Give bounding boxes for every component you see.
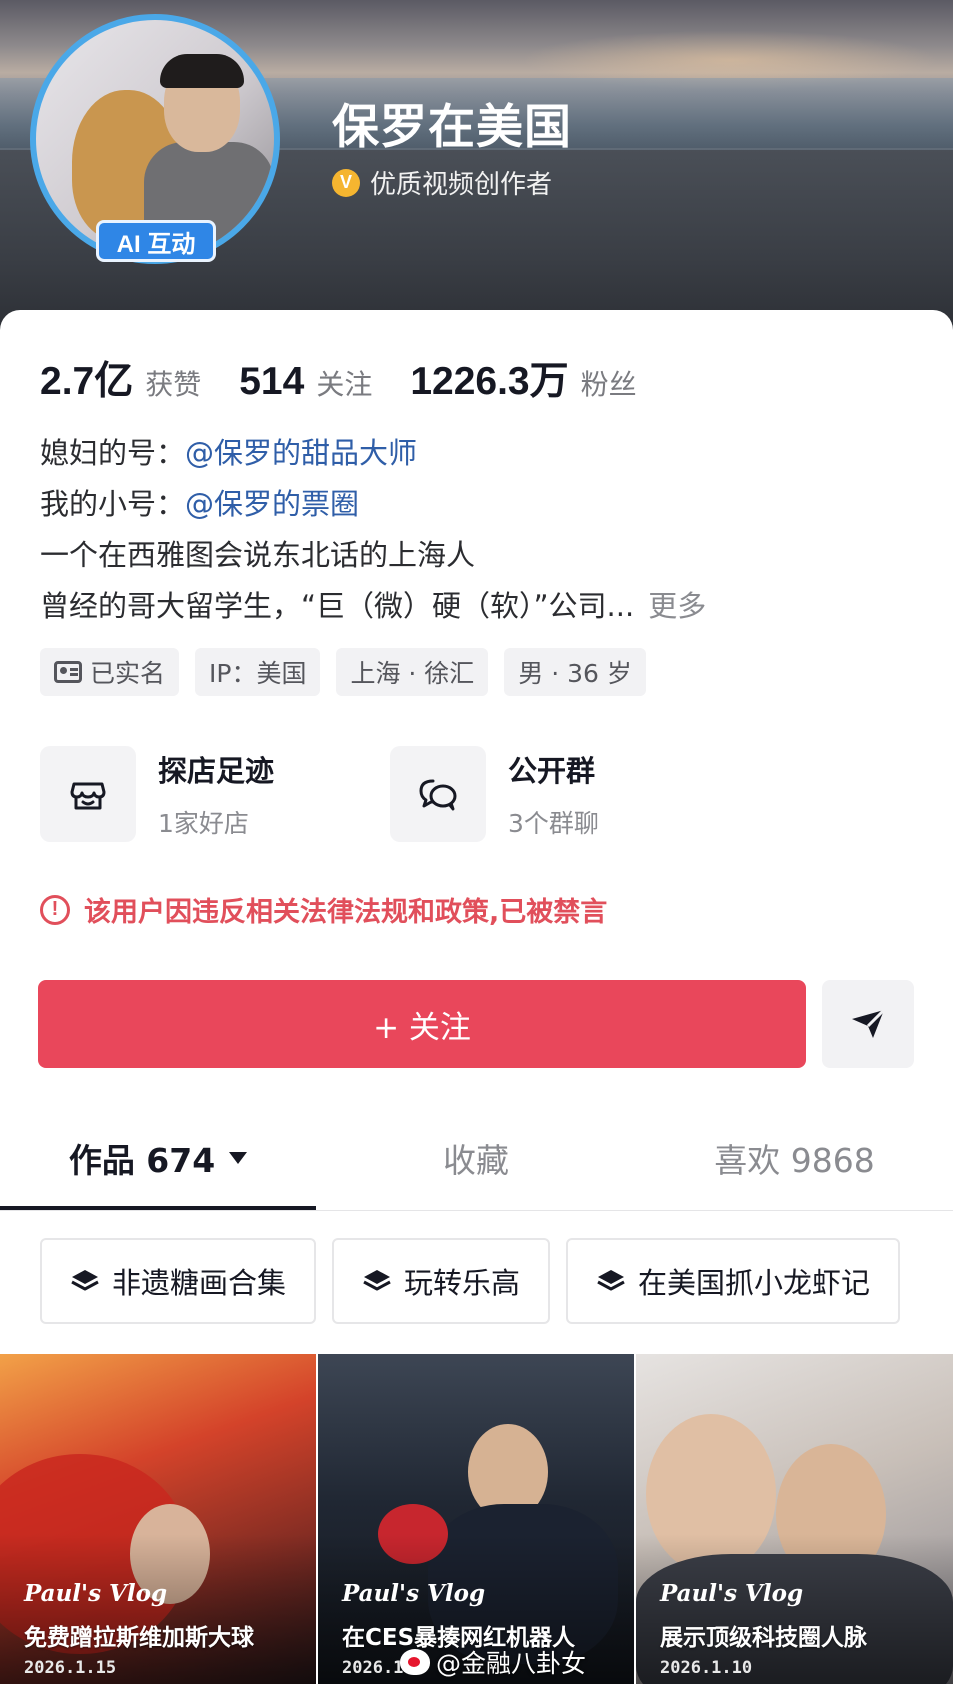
avatar-person-hair	[160, 54, 244, 88]
weibo-logo-icon	[400, 1649, 430, 1675]
video-thumbnail[interactable]: Paul's Vlog 展示顶级科技圈人脉 2026.1.10	[636, 1354, 953, 1684]
share-button[interactable]	[822, 980, 914, 1068]
tag-label: 男 · 36 岁	[518, 659, 632, 688]
watermark: @金融八卦女	[400, 1644, 586, 1680]
entry-subtitle: 1家好店	[158, 809, 249, 838]
video-date: 2026.1.10	[660, 1658, 753, 1678]
video-thumbnail[interactable]: Paul's Vlog 在CES暴揍网红机器人 2026.1.1	[318, 1354, 634, 1684]
bio-mention-link[interactable]: @保罗的甜品大师	[185, 436, 417, 470]
feature-entries: 探店足迹 1家好店 公开群 3个群聊	[40, 746, 690, 842]
tag-label: 上海 · 徐汇	[350, 659, 475, 688]
tag-ip: IP：美国	[195, 648, 321, 696]
collections-row: 非遗糖画合集 玩转乐高 在美国抓小龙虾记	[40, 1238, 901, 1324]
bio-line: 一个在西雅图会说东北话的上海人	[40, 538, 476, 572]
verification-label: 优质视频创作者	[370, 170, 553, 200]
video-tag: Paul's Vlog	[24, 1580, 168, 1607]
video-grid: Paul's Vlog 免费蹭拉斯维加斯大球 2026.1.15 Paul's …	[0, 1354, 953, 1684]
tag-label: 已实名	[90, 659, 166, 688]
tag-label: IP：美国	[209, 659, 307, 688]
entry-title: 公开群	[508, 754, 596, 788]
tab-label: 作品 674	[68, 1141, 216, 1180]
stat-value: 2.7亿	[40, 360, 134, 403]
entry-store-visits[interactable]: 探店足迹 1家好店	[40, 746, 340, 842]
profile-nickname: 保罗在美国	[332, 100, 572, 155]
collection-chip[interactable]: 玩转乐高	[332, 1238, 551, 1324]
layers-icon	[363, 1270, 391, 1291]
bio-text: 曾经的哥大留学生，“巨（微）硬（软）”公司...	[40, 589, 635, 623]
stats-row: 2.7亿 获赞 514 关注 1226.3万 粉丝	[40, 350, 675, 406]
stat-following[interactable]: 514 关注	[239, 360, 372, 404]
entry-public-groups[interactable]: 公开群 3个群聊	[390, 746, 690, 842]
watermark-text: @金融八卦女	[436, 1649, 587, 1678]
ai-interact-badge[interactable]: AI 互动	[96, 220, 216, 262]
video-date: 2026.1.15	[24, 1658, 117, 1678]
profile-banner: AI 互动 保罗在美国 V 优质视频创作者	[0, 0, 953, 330]
entry-subtitle: 3个群聊	[508, 809, 599, 838]
send-icon	[852, 1008, 886, 1038]
collection-label: 玩转乐高	[404, 1266, 521, 1300]
bio-more-link[interactable]: 更多	[648, 589, 706, 623]
stat-followers[interactable]: 1226.3万 粉丝	[410, 350, 636, 406]
bio-prefix: 我的小号：	[40, 487, 186, 521]
stat-likes[interactable]: 2.7亿 获赞	[40, 350, 201, 406]
entry-title: 探店足迹	[158, 754, 275, 788]
video-title: 展示顶级科技圈人脉	[660, 1625, 867, 1651]
tag-verified-name[interactable]: 已实名	[40, 648, 180, 696]
stat-value: 1226.3万	[410, 360, 569, 403]
verification-row: V 优质视频创作者	[332, 164, 552, 201]
collection-label: 在美国抓小龙虾记	[638, 1266, 871, 1300]
tag-gender-age: 男 · 36 岁	[504, 648, 646, 696]
tab-label: 喜欢 9868	[714, 1141, 875, 1180]
tab-likes[interactable]: 喜欢 9868	[636, 1110, 953, 1206]
collection-chip[interactable]: 非遗糖画合集	[40, 1238, 317, 1324]
verified-icon: V	[332, 168, 360, 197]
tab-divider	[0, 1210, 953, 1211]
follow-button[interactable]: + 关注	[38, 980, 806, 1068]
content-tabs: 作品 674 收藏 喜欢 9868	[0, 1110, 953, 1206]
tab-label: 收藏	[443, 1141, 509, 1180]
tab-favorites[interactable]: 收藏	[316, 1110, 636, 1206]
ban-notice-text: 该用户因违反相关法律法规和政策,已被禁言	[84, 897, 608, 928]
layers-icon	[597, 1270, 625, 1291]
video-tag: Paul's Vlog	[342, 1580, 486, 1607]
bio-mention-link[interactable]: @保罗的票圈	[185, 487, 359, 521]
bio-prefix: 媳妇的号：	[40, 436, 186, 470]
tag-location: 上海 · 徐汇	[336, 648, 489, 696]
stat-label: 粉丝	[580, 368, 637, 401]
bio-line: 我的小号：@保罗的票圈	[40, 479, 706, 530]
alert-circle-icon: !	[40, 894, 70, 925]
ban-notice: ! 该用户因违反相关法律法规和政策,已被禁言	[40, 890, 607, 929]
video-tag: Paul's Vlog	[660, 1580, 804, 1607]
video-thumbnail[interactable]: Paul's Vlog 免费蹭拉斯维加斯大球 2026.1.15	[0, 1354, 316, 1684]
tab-works[interactable]: 作品 674	[0, 1110, 316, 1206]
stat-label: 获赞	[145, 368, 202, 401]
bio: 媳妇的号：@保罗的甜品大师 我的小号：@保罗的票圈 一个在西雅图会说东北话的上海…	[40, 428, 706, 632]
profile-tags: 已实名 IP：美国 上海 · 徐汇 男 · 36 岁	[40, 648, 646, 696]
stat-value: 514	[239, 360, 305, 403]
bio-line: 曾经的哥大留学生，“巨（微）硬（软）”公司... 更多	[40, 581, 706, 632]
collection-chip[interactable]: 在美国抓小龙虾记	[566, 1238, 901, 1324]
collection-label: 非遗糖画合集	[112, 1266, 287, 1300]
stat-label: 关注	[316, 368, 373, 401]
video-title: 免费蹭拉斯维加斯大球	[24, 1625, 254, 1651]
caret-down-icon	[229, 1152, 248, 1164]
group-chat-icon	[390, 746, 486, 842]
layers-icon	[71, 1270, 99, 1291]
bio-line: 媳妇的号：@保罗的甜品大师	[40, 428, 706, 479]
id-card-icon	[54, 661, 82, 683]
store-icon	[40, 746, 136, 842]
